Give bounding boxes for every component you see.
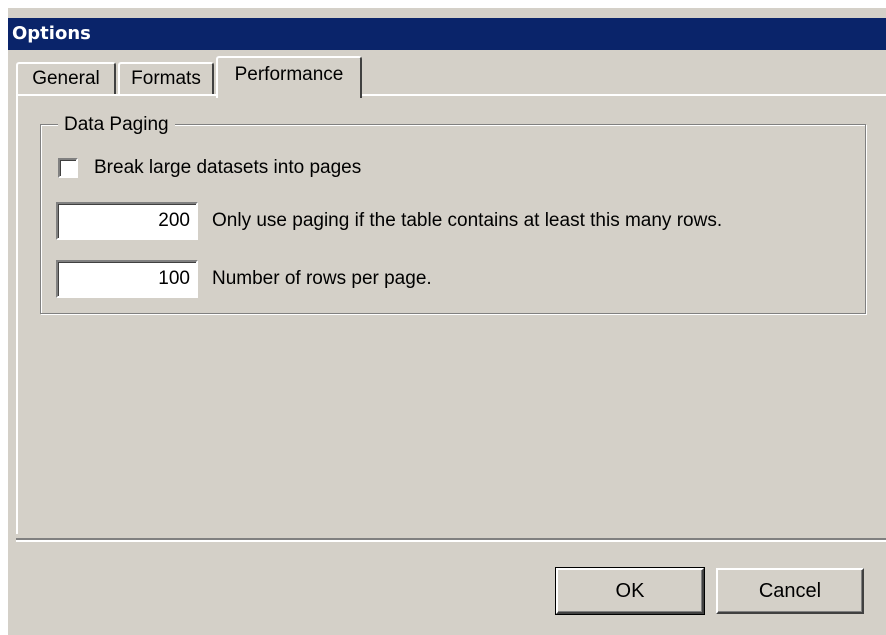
rows-per-page-description: Number of rows per page. — [212, 268, 432, 289]
min-rows-input[interactable] — [56, 202, 198, 240]
tab-performance[interactable]: Performance — [216, 56, 362, 98]
button-separator — [16, 538, 886, 542]
options-dialog: Options General Formats Performance Data… — [8, 8, 886, 635]
min-rows-row: Only use paging if the table contains at… — [56, 202, 722, 240]
break-pages-checkbox[interactable] — [58, 158, 78, 178]
ok-button[interactable]: OK — [555, 567, 705, 615]
cancel-button[interactable]: Cancel — [716, 568, 864, 614]
break-pages-option[interactable]: Break large datasets into pages — [58, 156, 361, 180]
dialog-title: Options — [8, 18, 886, 50]
tab-formats[interactable]: Formats — [118, 62, 214, 96]
min-rows-description: Only use paging if the table contains at… — [212, 210, 723, 231]
tab-general[interactable]: General — [16, 62, 116, 96]
data-paging-label: Data Paging — [58, 114, 175, 136]
rows-per-page-row: Number of rows per page. — [56, 260, 432, 298]
tab-strip: General Formats Performance — [16, 56, 886, 98]
break-pages-label: Break large datasets into pages — [94, 157, 362, 178]
rows-per-page-input[interactable] — [56, 260, 198, 298]
